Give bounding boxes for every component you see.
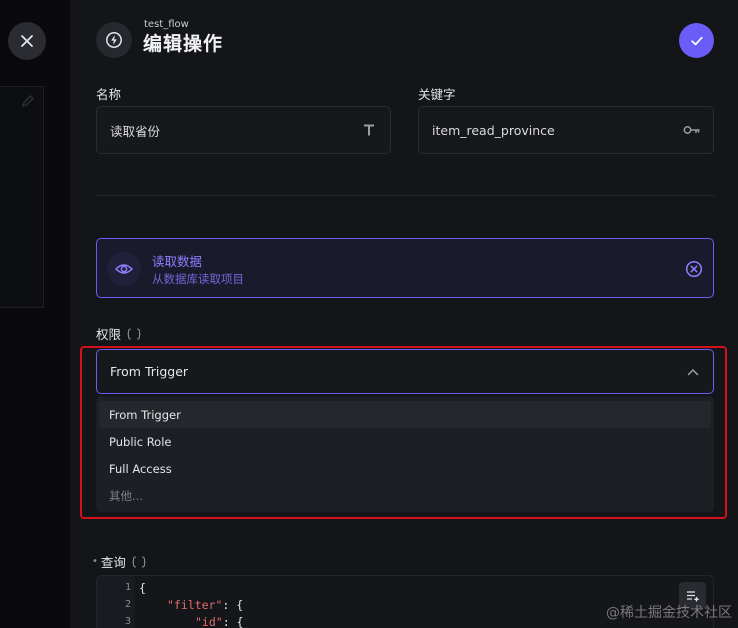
permissions-label: 权限	[96, 327, 122, 342]
text-type-icon	[360, 121, 378, 139]
option-other[interactable]: 其他...	[99, 482, 711, 509]
circle-x-icon	[685, 260, 703, 278]
code-line: "id": {	[195, 615, 243, 628]
permissions-label-row: 权限	[96, 324, 141, 343]
action-description: 从数据库读取项目	[152, 272, 244, 286]
json-key: "id"	[195, 615, 223, 628]
pencil-icon	[21, 95, 34, 108]
permissions-selected: From Trigger	[110, 364, 189, 379]
required-marker: •	[92, 556, 98, 567]
remove-action-button[interactable]	[684, 259, 704, 279]
edit-operation-drawer: test_flow 编辑操作 名称 读取省份 关键字 item_read_pro…	[70, 0, 738, 628]
bolt-icon	[106, 32, 122, 48]
bolt-icon-badge	[96, 22, 132, 58]
code-line: "filter": {	[167, 598, 243, 612]
action-title: 读取数据	[152, 254, 203, 269]
option-full-access[interactable]: Full Access	[99, 455, 711, 482]
json-punct: : {	[222, 615, 244, 628]
name-value: 读取省份	[110, 123, 161, 139]
option-from-trigger[interactable]: From Trigger	[99, 401, 711, 428]
name-label: 名称	[96, 87, 122, 102]
watermark: @稀土掘金技术社区	[606, 605, 732, 621]
page-title: 编辑操作	[143, 33, 224, 55]
key-icon	[683, 121, 701, 139]
option-public-role[interactable]: Public Role	[99, 428, 711, 455]
json-punct: : {	[222, 598, 244, 612]
close-button[interactable]	[8, 22, 46, 60]
line-number: 1	[124, 582, 131, 593]
chevron-up-icon	[687, 368, 699, 375]
eye-icon-badge	[107, 252, 141, 286]
variable-toggle-icon[interactable]	[127, 327, 141, 340]
code-line: {	[139, 581, 146, 595]
permissions-select[interactable]: From Trigger	[96, 349, 714, 394]
key-label: 关键字	[418, 87, 456, 102]
permissions-dropdown: From Trigger Public Role Full Access 其他.…	[96, 396, 714, 512]
line-number: 2	[124, 599, 131, 610]
line-number: 3	[124, 616, 131, 627]
action-type-card[interactable]: 读取数据 从数据库读取项目	[96, 238, 714, 298]
background-panel	[0, 86, 44, 308]
format-list-icon	[686, 590, 699, 601]
eye-icon	[115, 264, 133, 274]
query-label-row: • 查询	[92, 552, 146, 571]
key-value: item_read_province	[432, 122, 555, 138]
name-input[interactable]: 读取省份	[96, 106, 391, 154]
variable-toggle-icon[interactable]	[132, 555, 146, 568]
close-icon	[21, 35, 33, 47]
backdrop	[0, 0, 70, 628]
check-icon	[690, 36, 703, 45]
confirm-button[interactable]	[679, 23, 714, 58]
divider	[96, 195, 714, 196]
query-label: 查询	[100, 555, 126, 570]
json-key: "filter"	[167, 598, 223, 612]
key-input[interactable]: item_read_province	[418, 106, 714, 154]
